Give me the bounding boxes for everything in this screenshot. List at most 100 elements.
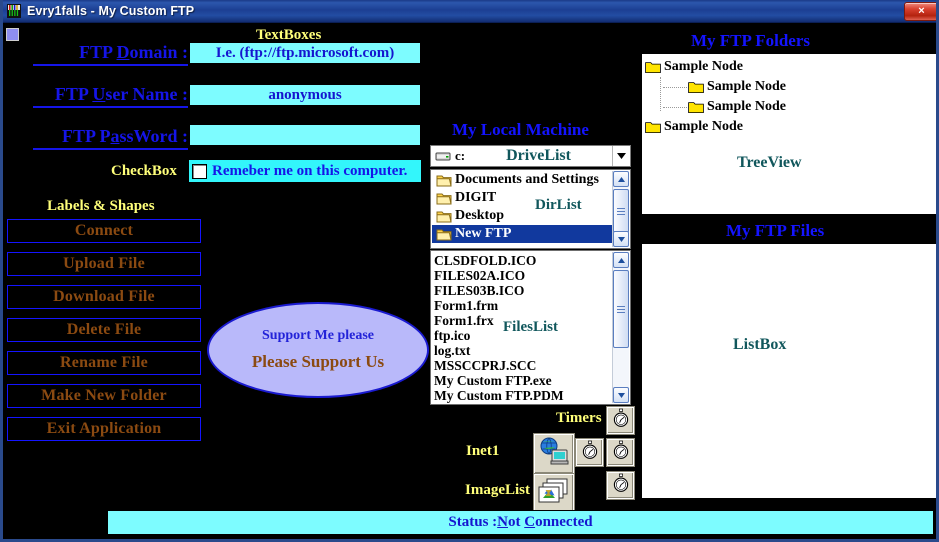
dir-list[interactable]: Documents and Settings DIGIT Desktop New… [430,169,631,249]
ftp-password-input[interactable] [189,124,421,146]
timer-control-2[interactable] [576,439,603,466]
remember-me-checkbox[interactable]: Remeber me on this computer. [189,160,421,182]
dir-list-item-label: Desktop [455,208,505,223]
files-list-item[interactable]: My Custom FTP.exe [434,373,611,388]
status-value: Not Connected [497,514,593,530]
scrollbar-grip [617,305,625,313]
dir-list-item-label: Documents and Settings [455,172,599,187]
folder-icon [436,174,452,187]
stopwatch-icon [611,440,631,465]
folder-icon [688,101,704,114]
imagelist-control[interactable] [534,474,574,514]
tree-node[interactable]: Sample Node [642,97,936,117]
delete-file-button-label: Delete File [66,321,142,338]
files-list-item[interactable]: My Custom FTP.PDM [434,388,611,403]
upload-file-button[interactable]: Upload File [7,252,201,276]
files-list-item[interactable]: CLSDFOLD.ICO [434,253,611,268]
ftp-domain-input[interactable]: I.e. (ftp://ftp.microsoft.com) [189,42,421,64]
files-list-item[interactable]: MSSCCPRJ.SCC [434,358,611,373]
dir-list-item[interactable]: DIGIT [432,189,612,207]
timers-caption: Timers [556,410,602,426]
tree-node-label: Sample Node [664,119,743,134]
files-list-scrollbar[interactable] [612,252,629,403]
files-list-item-label: ftp.ico [434,327,471,343]
make-new-folder-button[interactable]: Make New Folder [7,384,201,408]
dir-list-item-label: New FTP [455,226,512,241]
support-shape[interactable]: Support Me please Please Support Us [207,302,429,398]
scrollbar-thumb[interactable] [613,189,629,233]
dir-list-scrollbar[interactable] [612,171,629,247]
dir-list-item[interactable]: Desktop [432,207,612,225]
files-list-item[interactable]: FILES03B.ICO [434,283,611,298]
tree-connector-vertical [660,77,661,111]
scroll-up-icon[interactable] [613,252,629,268]
tree-node[interactable]: Sample Node [642,117,936,137]
title-bar: Evry1falls - My Custom FTP × [3,0,936,23]
files-list[interactable]: CLSDFOLD.ICO FILES02A.ICO FILES03B.ICO F… [430,250,631,405]
files-list-item[interactable]: log.txt [434,343,611,358]
files-list-item[interactable]: Form1.frm [434,298,611,313]
ftp-username-label: FTP User Name : [33,84,188,108]
tree-node[interactable]: Sample Node [642,77,936,97]
local-machine-caption: My Local Machine [452,120,589,139]
app-icon [6,3,22,19]
files-list-item[interactable]: FILES02A.ICO [434,268,611,283]
files-list-item-label: CLSDFOLD.ICO [434,252,537,268]
inet-caption: Inet1 [466,443,500,459]
status-bar: Status : Not Connected [107,510,934,535]
scroll-up-icon[interactable] [613,171,629,187]
corner-control[interactable] [6,28,19,41]
timer-control-3[interactable] [607,439,634,466]
inet-control[interactable] [534,434,574,474]
scroll-down-icon[interactable] [613,387,629,403]
treeview-annotation: TreeView [737,154,802,171]
ftp-folders-treeview[interactable]: Sample Node Sample Node Sample Node Samp… [641,53,936,215]
support-shape-line2: Please Support Us [251,352,385,371]
chevron-down-icon[interactable] [612,146,630,166]
drive-list-annotation: DriveList [506,147,571,164]
ftp-files-listbox[interactable]: ListBox [641,243,936,499]
tree-node-label: Sample Node [707,99,786,114]
ftp-password-label: FTP PassWord : [33,126,188,150]
scrollbar-grip [617,207,625,215]
support-shape-line1: Support Me please [262,328,374,343]
tree-connector-horizontal [663,86,687,88]
rename-file-button-label: Rename File [60,354,148,371]
close-button[interactable]: × [904,2,936,21]
files-list-item-label: Form1.frx [434,312,494,328]
download-file-button[interactable]: Download File [7,285,201,309]
drive-list-selected: c: [455,148,466,163]
tree-node-label: Sample Node [664,59,743,74]
rename-file-button[interactable]: Rename File [7,351,201,375]
drive-list-combo[interactable]: c: DriveList [430,145,631,167]
status-prefix: Status : [448,514,498,530]
exit-application-button[interactable]: Exit Application [7,417,201,441]
folder-open-icon [436,228,452,241]
delete-file-button[interactable]: Delete File [7,318,201,342]
download-file-button-label: Download File [53,288,155,305]
ftp-username-input[interactable]: anonymous [189,84,421,106]
files-list-item-label: My Custom FTP.PDM [434,387,564,403]
files-list-item-label: MSSCCPRJ.SCC [434,357,537,373]
stopwatch-icon [580,440,600,465]
timer-control-1[interactable] [607,407,634,434]
timer-control-4[interactable] [607,472,634,499]
upload-file-button-label: Upload File [63,255,145,272]
folder-icon [688,81,704,94]
dir-list-item-label: DIGIT [455,190,497,205]
scrollbar-thumb[interactable] [613,270,629,348]
dir-list-item[interactable]: Documents and Settings [432,171,612,189]
imagelist-stack-icon [538,477,570,512]
connect-button[interactable]: Connect [7,219,201,243]
ftp-folders-caption: My FTP Folders [691,31,810,50]
window-title: Evry1falls - My Custom FTP [27,4,195,18]
scroll-down-icon[interactable] [613,231,629,247]
make-new-folder-button-label: Make New Folder [41,387,167,404]
tree-connector-horizontal [663,106,687,108]
dir-list-item-selected[interactable]: New FTP [432,225,612,243]
tree-node[interactable]: Sample Node [642,57,936,77]
files-list-annotation: FilesList [503,319,558,335]
close-icon: × [918,5,925,17]
files-list-item-label: Form1.frm [434,297,499,313]
drive-icon [435,150,451,163]
